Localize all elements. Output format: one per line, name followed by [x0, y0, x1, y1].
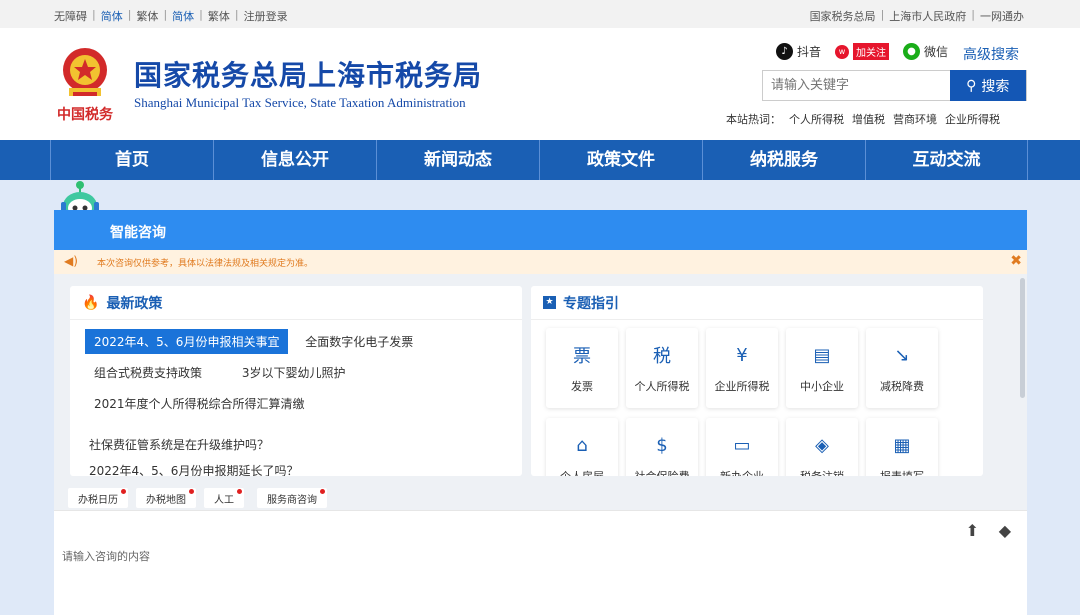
topbar-left-links: 无障碍 | 简体 | 繁体 | 简体 | 繁体 | 注册登录 — [54, 8, 288, 24]
topic-card-corporate-tax[interactable]: ¥ 企业所得税 — [706, 328, 778, 408]
tax-emblem-logo[interactable]: 中国税务 — [55, 42, 115, 124]
wechat-link[interactable]: ● 微信 — [903, 43, 948, 60]
search-box: ⚲ 搜索 — [762, 70, 1027, 101]
traditional-link-2[interactable]: 繁体 — [208, 8, 230, 24]
weibo-follow-link[interactable]: w 加关注 — [835, 43, 890, 60]
one-net-link[interactable]: 一网通办 — [980, 8, 1024, 24]
quick-provider-consult-button[interactable]: 服务商咨询 — [257, 488, 327, 508]
top-utility-bar: 无障碍 | 简体 | 繁体 | 简体 | 繁体 | 注册登录 国家税务总局 | 上海市人民政… — [0, 0, 1080, 28]
policy-tag[interactable]: 组合式税费支持政策 — [85, 360, 211, 385]
message-input-area[interactable]: ⬆ ◆ 请输入咨询的内容 — [54, 510, 1027, 615]
topic-card-house[interactable]: ⌂个人房屋 — [546, 418, 618, 476]
speaker-icon: ◀) — [64, 254, 78, 268]
policy-tag[interactable]: 2022年4、5、6月份申报相关事宜 — [85, 329, 289, 354]
quick-human-agent-button[interactable]: 人工 — [204, 488, 244, 508]
notice-bar: ◀) 本次咨询仅供参考，具体以法律法规及相关规定为准。 ✖ — [54, 250, 1027, 274]
star-badge-icon: ★ — [543, 296, 556, 309]
nav-info-disclosure[interactable]: 信息公开 — [213, 140, 376, 180]
hot-words: 本站热词： 个人所得税 增值税 营商环境 企业所得税 — [726, 111, 1000, 127]
policy-tag[interactable]: 2021年度个人所得税综合所得汇算清缴 — [85, 391, 314, 416]
policy-tag[interactable]: 3岁以下婴幼儿照护 — [233, 360, 355, 385]
topic-card-personal-tax[interactable]: 税个人所得税 — [626, 328, 698, 408]
nav-tax-service[interactable]: 纳税服务 — [702, 140, 865, 180]
quick-tax-calendar-button[interactable]: 办税日历 — [68, 488, 128, 508]
deregister-icon: ◈ — [815, 434, 829, 456]
new-dot — [237, 489, 242, 494]
site-title-cn: 国家税务总局上海市税务局 — [134, 59, 483, 92]
smart-consult-window: 智能咨询 ◀) 本次咨询仅供参考，具体以法律法规及相关规定为准。 ✖ 🔥 最新政… — [54, 210, 1027, 615]
nav-interaction[interactable]: 互动交流 — [865, 140, 1028, 180]
wechat-icon: ● — [903, 43, 921, 60]
chat-scrollbar[interactable] — [1020, 278, 1025, 398]
weibo-icon: w — [835, 44, 850, 59]
send-up-arrow-icon[interactable]: ⬆ — [966, 521, 979, 540]
latest-policy-panel: 🔥 最新政策 2022年4、5、6月份申报相关事宜 全面数字化电子发票 组合式税… — [70, 286, 522, 476]
advanced-search-link[interactable]: 高级搜索 — [963, 44, 1019, 64]
main-nav: 首页 信息公开 新闻动态 政策文件 纳税服务 互动交流 — [0, 140, 1080, 180]
nav-home[interactable]: 首页 — [50, 140, 213, 180]
quick-actions: 办税日历 办税地图 人工 服务商咨询 — [54, 488, 1027, 510]
new-dot — [121, 489, 126, 494]
topic-card-social-insurance[interactable]: $社会保险费 — [626, 418, 698, 476]
chat-body: 🔥 最新政策 2022年4、5、6月份申报相关事宜 全面数字化电子发票 组合式税… — [54, 274, 1027, 488]
topic-guide-panel: ★ 专题指引 票发票 税个人所得税 ¥企业所得税 ▤中小企业 ↘减税降费 ⌂个人… — [531, 286, 983, 476]
nav-policy[interactable]: 政策文件 — [539, 140, 702, 180]
site-header: 中国税务 国家税务总局上海市税务局 Shanghai Municipal Tax… — [0, 28, 1080, 140]
register-login-link[interactable]: 注册登录 — [244, 8, 288, 24]
suggested-question[interactable]: 2022年4、5、6月份申报期延长了吗？ — [89, 462, 298, 476]
hot-word[interactable]: 营商环境 — [893, 111, 937, 127]
search-button[interactable]: ⚲ 搜索 — [949, 70, 1026, 101]
invoice-icon: 票 — [573, 346, 591, 367]
close-notice-icon[interactable]: ✖ — [1010, 253, 1022, 269]
social-insurance-icon: $ — [656, 434, 668, 456]
hot-words-label: 本站热词： — [726, 113, 781, 126]
sta-link[interactable]: 国家税务总局 — [810, 8, 876, 24]
new-company-icon: ▭ — [733, 434, 751, 456]
douyin-icon: ♪ — [776, 43, 793, 60]
topic-card-tax-cut[interactable]: ↘ 减税降费 — [866, 328, 938, 408]
accessibility-link[interactable]: 无障碍 — [54, 8, 87, 24]
hot-word[interactable]: 增值税 — [852, 111, 885, 127]
hot-word[interactable]: 企业所得税 — [945, 111, 1000, 127]
hot-word[interactable]: 个人所得税 — [789, 111, 844, 127]
eraser-icon[interactable]: ◆ — [999, 521, 1011, 540]
simplified-link[interactable]: 简体 — [101, 8, 123, 24]
topic-guide-header: ★ 专题指引 — [531, 286, 983, 320]
new-dot — [320, 489, 325, 494]
logo-calligraphy: 中国税务 — [57, 107, 113, 123]
policy-tag[interactable]: 全面数字化电子发票 — [296, 329, 422, 354]
chat-title: 智能咨询 — [110, 225, 166, 241]
form-icon: ▦ — [893, 434, 911, 456]
nav-news[interactable]: 新闻动态 — [376, 140, 539, 180]
latest-policy-header: 🔥 最新政策 — [70, 286, 522, 320]
topic-card-sme[interactable]: ▤ 中小企业 — [786, 328, 858, 408]
notice-text: 本次咨询仅供参考，具体以法律法规及相关规定为准。 — [97, 259, 314, 269]
personal-tax-icon: 税 — [653, 346, 671, 367]
topic-card-new-company[interactable]: ▭新办企业 — [706, 418, 778, 476]
tax-cut-icon: ↘ — [894, 344, 910, 366]
policy-tags: 2022年4、5、6月份申报相关事宜 全面数字化电子发票 组合式税费支持政策 3… — [85, 329, 515, 422]
search-icon: ⚲ — [966, 77, 977, 94]
suggested-question[interactable]: 社保费征管系统是在升级维护吗？ — [89, 436, 269, 453]
shanghai-gov-link[interactable]: 上海市人民政府 — [889, 8, 966, 24]
chat-header: 智能咨询 — [54, 210, 1027, 250]
social-links: ♪ 抖音 w 加关注 ● 微信 — [776, 43, 962, 60]
topic-card-deregister[interactable]: ◈税务注销 — [786, 418, 858, 476]
sme-icon: ▤ — [813, 344, 831, 366]
topbar-right-links: 国家税务总局 | 上海市人民政府 | 一网通办 — [809, 8, 1024, 24]
topic-card-invoice[interactable]: 票发票 — [546, 328, 618, 408]
topic-card-form[interactable]: ▦报表填写 — [866, 418, 938, 476]
message-placeholder: 请输入咨询的内容 — [62, 550, 150, 563]
house-icon: ⌂ — [576, 434, 588, 456]
corporate-tax-icon: ¥ — [736, 344, 748, 366]
site-title-en: Shanghai Municipal Tax Service, State Ta… — [134, 95, 466, 110]
simplified-link-2[interactable]: 简体 — [172, 8, 194, 24]
flame-icon: 🔥 — [82, 294, 100, 311]
traditional-link[interactable]: 繁体 — [136, 8, 158, 24]
topic-grid: 票发票 税个人所得税 ¥企业所得税 ▤中小企业 ↘减税降费 ⌂个人房屋 $社会保… — [546, 328, 938, 476]
search-input[interactable] — [763, 71, 950, 100]
quick-tax-map-button[interactable]: 办税地图 — [136, 488, 196, 508]
new-dot — [189, 489, 194, 494]
douyin-link[interactable]: ♪ 抖音 — [776, 43, 821, 60]
